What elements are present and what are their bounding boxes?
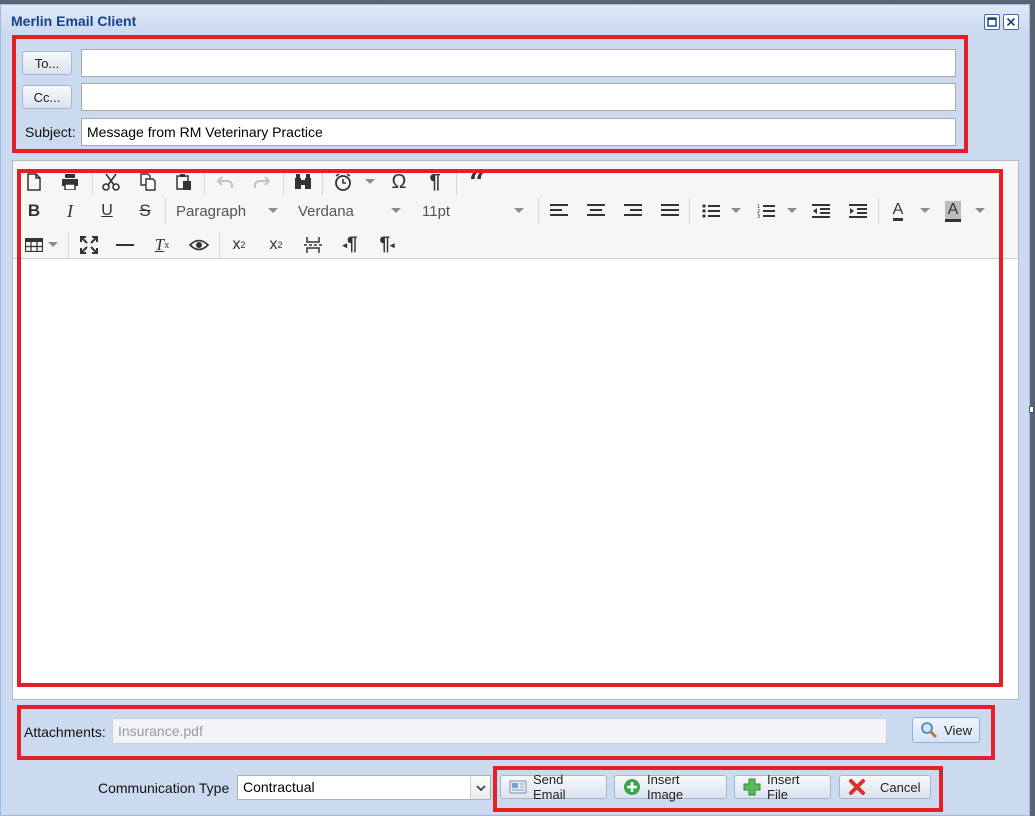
highlight-header-box (12, 35, 968, 153)
window-title: Merlin Email Client (11, 13, 137, 29)
communication-type-select[interactable]: Contractual (237, 775, 491, 800)
communication-type-label: Communication Type (98, 780, 230, 796)
resize-handle[interactable] (1029, 406, 1034, 413)
highlight-attachments-box (17, 705, 995, 760)
maximize-icon[interactable] (984, 14, 1000, 30)
highlight-actions-box (493, 766, 943, 812)
highlight-editor-box (17, 169, 1003, 687)
close-icon[interactable] (1003, 14, 1019, 30)
chevron-down-icon[interactable] (470, 776, 490, 799)
communication-type-value: Contractual (243, 779, 315, 795)
title-bar[interactable]: Merlin Email Client (1, 5, 1029, 35)
